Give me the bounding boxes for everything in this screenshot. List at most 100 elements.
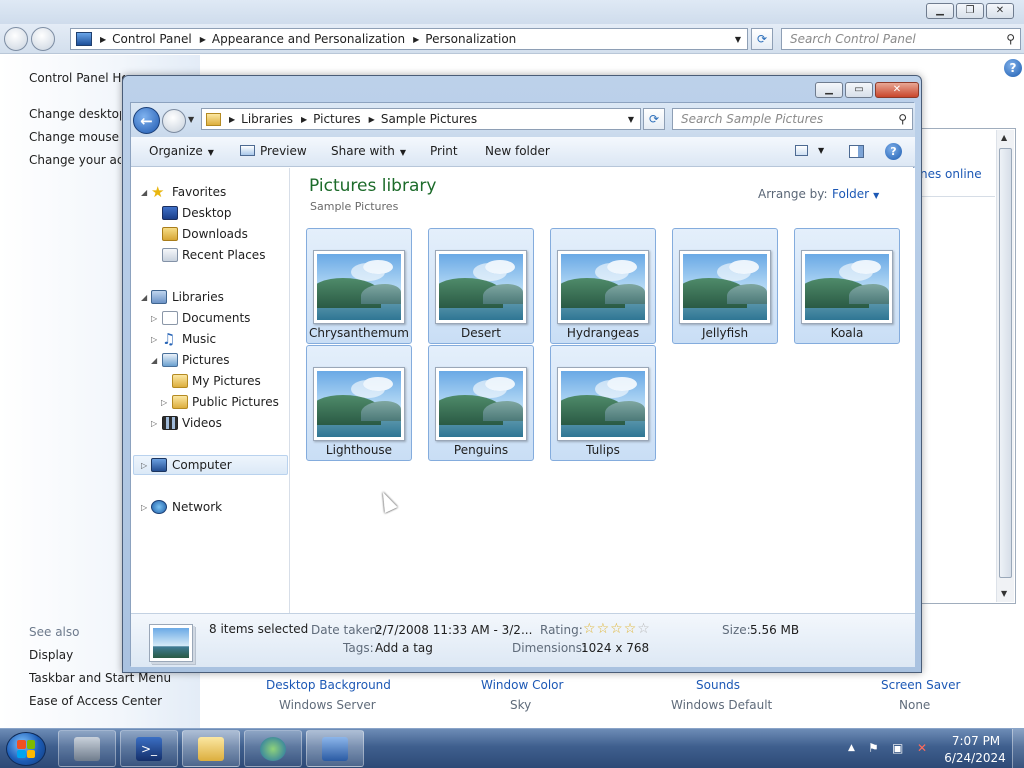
change-account-picture-link[interactable]: Change your account picture xyxy=(29,153,121,167)
minimize-button[interactable]: ▁ xyxy=(815,82,843,98)
screen-saver-link[interactable]: Screen Saver xyxy=(881,678,960,692)
file-list-pane[interactable]: Pictures library Sample Pictures Arrange… xyxy=(291,168,915,613)
image-thumbnail xyxy=(313,367,405,441)
back-button[interactable]: ← xyxy=(133,107,160,134)
network-status-icon[interactable]: ▣ xyxy=(892,741,903,755)
file-tile[interactable]: Penguins xyxy=(428,345,534,461)
tree-label: Pictures xyxy=(182,353,230,367)
star-icon[interactable]: ☆ xyxy=(637,622,650,636)
preview-button[interactable]: Preview xyxy=(240,144,307,158)
show-hidden-icons-icon[interactable]: ▲ xyxy=(848,743,855,753)
star-icon[interactable]: ☆ xyxy=(597,622,610,636)
chevron-down-icon[interactable]: ▼ xyxy=(622,109,640,129)
help-icon[interactable]: ? xyxy=(885,143,902,160)
scrollbar-thumb[interactable] xyxy=(999,148,1012,578)
forward-button[interactable] xyxy=(162,109,186,133)
scroll-down-icon[interactable]: ▼ xyxy=(1001,589,1007,598)
arrange-by-dropdown[interactable]: Folder ▼ xyxy=(832,187,879,201)
organize-button[interactable]: Organize ▼ xyxy=(149,144,214,158)
search-input[interactable]: Search Sample Pictures ⚲ xyxy=(672,108,913,130)
collapsed-arrow-icon[interactable]: ▷ xyxy=(151,335,157,344)
collapsed-arrow-icon[interactable]: ▷ xyxy=(161,398,167,407)
see-also-taskbar-link[interactable]: Taskbar and Start Menu xyxy=(29,671,171,685)
file-tile[interactable]: Jellyfish xyxy=(672,228,778,344)
add-tag-field[interactable]: Add a tag xyxy=(375,641,433,655)
breadcrumb-libraries[interactable]: Libraries xyxy=(241,112,293,126)
tree-label: Recent Places xyxy=(182,248,266,262)
clock-date[interactable]: 6/24/2024 xyxy=(942,751,1008,765)
close-button[interactable]: ✕ xyxy=(875,82,919,98)
forward-button[interactable] xyxy=(31,27,55,51)
clock-time[interactable]: 7:07 PM xyxy=(946,734,1006,748)
close-button[interactable]: ✕ xyxy=(986,3,1014,19)
show-desktop-button[interactable] xyxy=(1012,729,1024,768)
file-tile[interactable]: Hydrangeas xyxy=(550,228,656,344)
see-also-ease-of-access-link[interactable]: Ease of Access Center xyxy=(29,694,162,708)
taskbar-browser[interactable] xyxy=(244,730,302,767)
collapsed-arrow-icon[interactable]: ▷ xyxy=(151,314,157,323)
file-name: Jellyfish xyxy=(701,326,749,340)
taskbar-server-manager[interactable] xyxy=(58,730,116,767)
taskbar-explorer[interactable] xyxy=(182,730,240,767)
sounds-link[interactable]: Sounds xyxy=(696,678,740,692)
action-center-flag-icon[interactable]: ⚑ xyxy=(868,741,879,755)
rating-stars[interactable]: ☆ ☆ ☆ ☆ ☆ xyxy=(583,622,650,636)
refresh-button[interactable]: ⟳ xyxy=(751,28,773,50)
scroll-up-icon[interactable]: ▲ xyxy=(1001,133,1007,142)
expanded-arrow-icon[interactable]: ◢ xyxy=(141,293,147,302)
star-icon[interactable]: ☆ xyxy=(583,622,596,636)
control-panel-home-link[interactable]: Control Panel Home xyxy=(29,71,125,85)
back-button[interactable] xyxy=(4,27,28,51)
date-taken-value[interactable]: 2/7/2008 11:33 AM - 3/2... xyxy=(375,623,532,637)
vertical-scrollbar[interactable]: ▲ ▼ xyxy=(996,130,1014,602)
breadcrumb-control-panel[interactable]: Control Panel xyxy=(112,32,192,46)
change-view-icon[interactable] xyxy=(795,145,808,156)
start-button[interactable] xyxy=(6,732,46,766)
minimize-button[interactable]: ▁ xyxy=(926,3,954,19)
breadcrumb-sample-pictures[interactable]: Sample Pictures xyxy=(381,112,477,126)
star-icon[interactable]: ☆ xyxy=(624,622,637,636)
explorer-navbar: ← ▼ ▶ Libraries ▶ Pictures ▶ Sample Pict… xyxy=(131,103,915,137)
file-name: Desert xyxy=(461,326,501,340)
refresh-button[interactable]: ⟳ xyxy=(643,108,665,130)
print-button[interactable]: Print xyxy=(430,144,458,158)
breadcrumb-pictures[interactable]: Pictures xyxy=(313,112,361,126)
window-color-link[interactable]: Window Color xyxy=(481,678,563,692)
see-also-display-link[interactable]: Display xyxy=(29,648,73,662)
recent-pages-dropdown-icon[interactable]: ▼ xyxy=(188,115,194,124)
breadcrumb-appearance[interactable]: Appearance and Personalization xyxy=(212,32,405,46)
file-tile[interactable]: Koala xyxy=(794,228,900,344)
get-more-themes-online-link[interactable]: nes online xyxy=(920,167,982,181)
help-icon[interactable]: ? xyxy=(1004,59,1022,77)
volume-muted-icon[interactable]: ✕ xyxy=(917,741,927,755)
taskbar-control-panel[interactable] xyxy=(306,730,364,767)
expanded-arrow-icon[interactable]: ◢ xyxy=(141,188,147,197)
view-options-dropdown-icon[interactable]: ▼ xyxy=(818,146,824,155)
share-with-button[interactable]: Share with ▼ xyxy=(331,144,406,158)
desktop-background-link[interactable]: Desktop Background xyxy=(266,678,391,692)
star-icon[interactable]: ☆ xyxy=(610,622,623,636)
search-icon[interactable]: ⚲ xyxy=(1006,32,1015,46)
preview-pane-icon[interactable] xyxy=(849,145,864,158)
restore-button[interactable]: ❐ xyxy=(956,3,984,19)
change-mouse-pointers-link[interactable]: Change mouse pointers xyxy=(29,130,121,144)
new-folder-button[interactable]: New folder xyxy=(485,144,550,158)
file-tile[interactable]: Chrysanthemum xyxy=(306,228,412,344)
expanded-arrow-icon[interactable]: ◢ xyxy=(151,356,157,365)
search-icon[interactable]: ⚲ xyxy=(898,112,907,126)
address-bar[interactable]: ▶ Libraries ▶ Pictures ▶ Sample Pictures… xyxy=(201,108,641,130)
file-tile[interactable]: Lighthouse xyxy=(306,345,412,461)
breadcrumb-personalization[interactable]: Personalization xyxy=(425,32,516,46)
chevron-down-icon[interactable]: ▼ xyxy=(729,29,747,49)
maximize-button[interactable]: ▭ xyxy=(845,82,873,98)
address-bar[interactable]: ▶ Control Panel ▶ Appearance and Persona… xyxy=(70,28,748,50)
collapsed-arrow-icon[interactable]: ▷ xyxy=(141,461,147,470)
file-tile[interactable]: Tulips xyxy=(550,345,656,461)
taskbar-powershell[interactable]: >_ xyxy=(120,730,178,767)
search-input[interactable]: Search Control Panel ⚲ xyxy=(781,28,1021,50)
file-name: Chrysanthemum xyxy=(309,326,409,340)
change-desktop-icons-link[interactable]: Change desktop icons xyxy=(29,107,121,121)
collapsed-arrow-icon[interactable]: ▷ xyxy=(151,419,157,428)
file-tile[interactable]: Desert xyxy=(428,228,534,344)
collapsed-arrow-icon[interactable]: ▷ xyxy=(141,503,147,512)
